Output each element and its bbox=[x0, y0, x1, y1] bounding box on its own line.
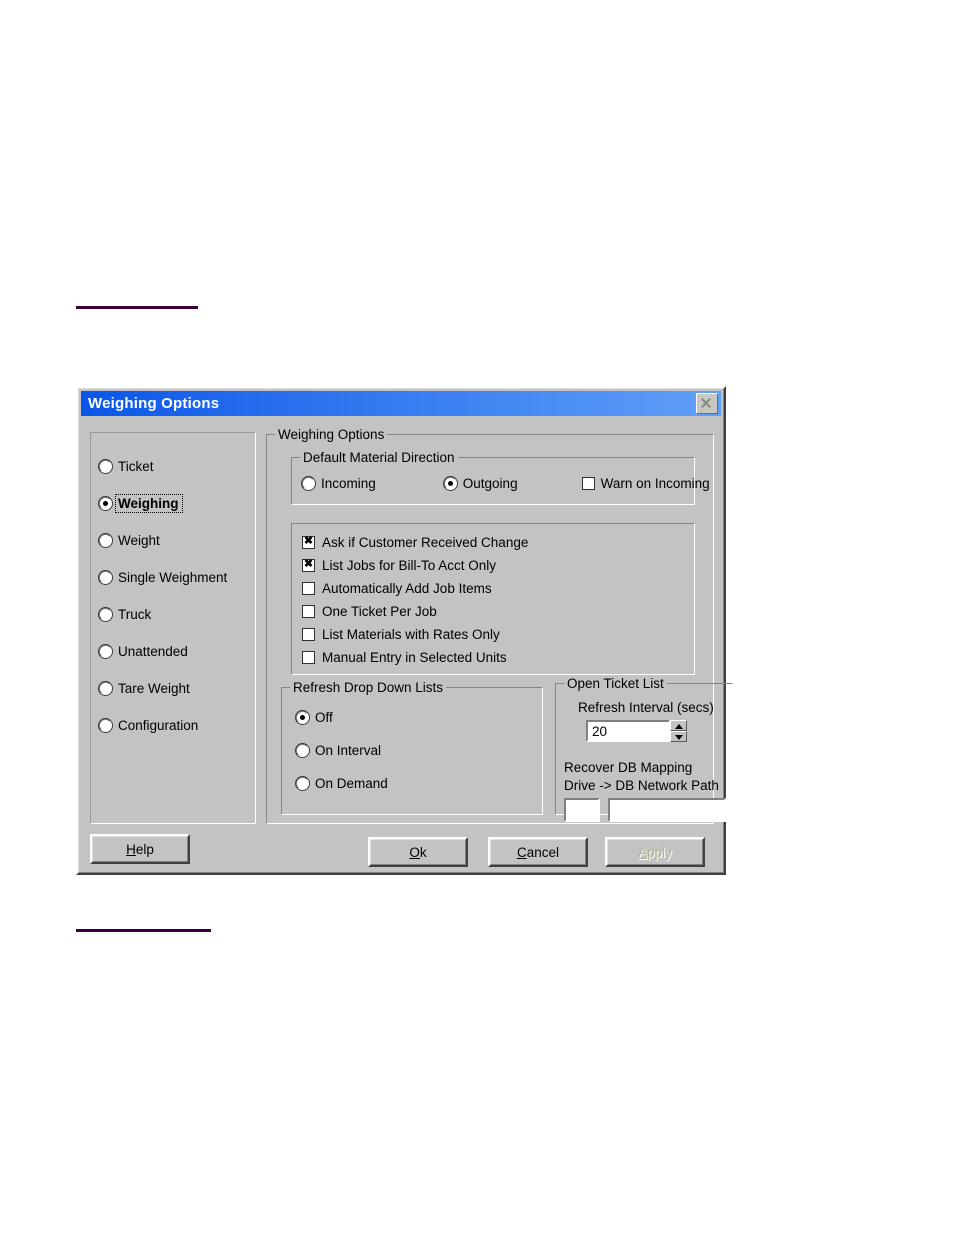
checkbox-list-jobs-for-bill-to-acct-only[interactable]: List Jobs for Bill-To Acct Only bbox=[302, 557, 528, 574]
weighing-checkbox-group: Ask if Customer Received Change List Job… bbox=[291, 523, 695, 675]
checkbox-icon[interactable] bbox=[302, 582, 315, 595]
dialog-title: Weighing Options bbox=[88, 395, 220, 412]
cancel-button[interactable]: Cancel bbox=[488, 837, 588, 867]
checkbox-warn-label: Warn on Incoming bbox=[600, 476, 710, 491]
bottom-link-rule[interactable] bbox=[76, 929, 211, 932]
close-icon[interactable] bbox=[696, 393, 718, 414]
radio-label: On Interval bbox=[315, 743, 382, 758]
drive-letter-input[interactable] bbox=[564, 798, 600, 822]
refresh-interval-input[interactable] bbox=[586, 720, 670, 742]
radio-incoming-label: Incoming bbox=[321, 476, 376, 491]
checkbox-label: Ask if Customer Received Change bbox=[322, 535, 529, 550]
help-button-label: Help bbox=[126, 841, 154, 857]
sidebar-item-weight[interactable]: Weight bbox=[99, 531, 251, 549]
radio-outgoing[interactable]: Outgoing bbox=[443, 476, 518, 491]
refresh-group-title: Refresh Drop Down Lists bbox=[290, 680, 447, 695]
checkbox-icon[interactable] bbox=[302, 628, 315, 641]
sidebar-item-ticket[interactable]: Ticket bbox=[99, 457, 251, 475]
sidebar-item-label: Single Weighment bbox=[118, 569, 228, 585]
sidebar-item-unattended[interactable]: Unattended bbox=[99, 642, 251, 660]
radio-icon[interactable] bbox=[99, 644, 112, 658]
page: Weighing Options Ticket Weighing Weight bbox=[0, 0, 954, 1235]
refresh-options-list: Off On Interval On Demand bbox=[296, 710, 388, 809]
checkbox-label: List Materials with Rates Only bbox=[322, 627, 500, 642]
checkbox-label: Manual Entry in Selected Units bbox=[322, 650, 507, 665]
radio-refresh-on-interval[interactable]: On Interval bbox=[296, 743, 388, 758]
checkbox-list-materials-with-rates-only[interactable]: List Materials with Rates Only bbox=[302, 626, 528, 643]
radio-icon[interactable] bbox=[296, 744, 309, 757]
checkbox-manual-entry-in-selected-units[interactable]: Manual Entry in Selected Units bbox=[302, 649, 528, 666]
sidebar-item-label: Weight bbox=[118, 532, 160, 548]
category-list: Ticket Weighing Weight Single Weighment bbox=[99, 457, 251, 753]
checkbox-icon[interactable] bbox=[581, 477, 595, 490]
weighing-options-group-title: Weighing Options bbox=[275, 427, 388, 442]
radio-icon[interactable] bbox=[296, 711, 309, 724]
top-link-rule[interactable] bbox=[76, 306, 198, 309]
chevron-up-icon[interactable] bbox=[670, 720, 687, 731]
radio-icon[interactable] bbox=[99, 533, 112, 547]
category-sidebar: Ticket Weighing Weight Single Weighment bbox=[90, 432, 256, 824]
sidebar-item-label: Configuration bbox=[118, 717, 199, 733]
radio-refresh-off[interactable]: Off bbox=[296, 710, 388, 725]
radio-incoming[interactable]: Incoming bbox=[302, 476, 376, 491]
sidebar-item-label: Unattended bbox=[118, 643, 188, 659]
dialog-titlebar: Weighing Options bbox=[81, 391, 721, 416]
radio-icon[interactable] bbox=[99, 718, 112, 732]
direction-options-row: Incoming Outgoing Warn on Incoming bbox=[302, 476, 710, 491]
radio-icon[interactable] bbox=[99, 570, 112, 584]
sidebar-item-tare-weight[interactable]: Tare Weight bbox=[99, 679, 251, 697]
refresh-interval-label: Refresh Interval (secs) bbox=[578, 700, 714, 715]
sidebar-item-label: Ticket bbox=[118, 458, 154, 474]
db-network-path-input[interactable] bbox=[608, 798, 726, 822]
radio-icon[interactable] bbox=[443, 477, 457, 490]
checkbox-icon[interactable] bbox=[302, 535, 315, 549]
sidebar-item-truck[interactable]: Truck bbox=[99, 605, 251, 623]
recover-db-mapping-label: Recover DB Mapping bbox=[564, 760, 693, 775]
checkbox-icon[interactable] bbox=[302, 605, 315, 618]
direction-group-title: Default Material Direction bbox=[300, 450, 458, 465]
sidebar-item-single-weighment[interactable]: Single Weighment bbox=[99, 568, 251, 586]
default-material-direction-group: Default Material Direction Incoming Outg… bbox=[291, 450, 710, 505]
ok-button-label: Ok bbox=[409, 844, 427, 860]
radio-icon[interactable] bbox=[99, 459, 112, 473]
checkbox-ask-if-customer-received-change[interactable]: Ask if Customer Received Change bbox=[302, 534, 528, 551]
radio-icon[interactable] bbox=[302, 477, 315, 490]
radio-icon[interactable] bbox=[99, 681, 112, 695]
sidebar-item-configuration[interactable]: Configuration bbox=[99, 716, 251, 734]
cancel-button-label: Cancel bbox=[516, 844, 560, 860]
weighing-options-dialog: Weighing Options Ticket Weighing Weight bbox=[76, 386, 733, 875]
drive-network-path-label: Drive -> DB Network Path bbox=[564, 778, 719, 793]
radio-refresh-on-demand[interactable]: On Demand bbox=[296, 776, 388, 791]
refresh-interval-stepper[interactable] bbox=[586, 720, 687, 742]
ticket-group-body: Refresh Interval (secs) Recover DB Mappi… bbox=[556, 684, 732, 822]
checkbox-label: One Ticket Per Job bbox=[322, 604, 437, 619]
checkbox-one-ticket-per-job[interactable]: One Ticket Per Job bbox=[302, 603, 528, 620]
checkbox-automatically-add-job-items[interactable]: Automatically Add Job Items bbox=[302, 580, 528, 597]
checkbox-icon[interactable] bbox=[302, 558, 315, 572]
checkbox-label: List Jobs for Bill-To Acct Only bbox=[322, 558, 497, 573]
radio-icon[interactable] bbox=[99, 496, 112, 510]
sidebar-item-label: Truck bbox=[118, 606, 152, 622]
radio-label: Off bbox=[315, 710, 333, 725]
apply-button: Apply bbox=[605, 837, 705, 867]
radio-label: On Demand bbox=[315, 776, 388, 791]
checkbox-label: Automatically Add Job Items bbox=[322, 581, 492, 596]
checkbox-warn-on-incoming[interactable]: Warn on Incoming bbox=[581, 476, 710, 491]
sidebar-item-label: Tare Weight bbox=[118, 680, 190, 696]
radio-outgoing-label: Outgoing bbox=[462, 476, 518, 491]
checkbox-list: Ask if Customer Received Change List Job… bbox=[302, 534, 528, 672]
checkbox-icon[interactable] bbox=[302, 651, 315, 664]
open-ticket-list-group: Open Ticket List Refresh Interval (secs)… bbox=[555, 676, 733, 822]
radio-icon[interactable] bbox=[296, 777, 309, 790]
stepper-buttons[interactable] bbox=[670, 720, 687, 742]
help-button[interactable]: Help bbox=[90, 834, 190, 864]
chevron-down-icon[interactable] bbox=[670, 731, 687, 742]
ok-button[interactable]: Ok bbox=[368, 837, 468, 867]
sidebar-item-weighing[interactable]: Weighing bbox=[99, 493, 251, 513]
refresh-drop-down-lists-group: Refresh Drop Down Lists Off On Interval … bbox=[281, 680, 543, 815]
weighing-options-group: Weighing Options Default Material Direct… bbox=[266, 427, 733, 824]
apply-button-label: Apply bbox=[638, 844, 672, 860]
sidebar-item-label: Weighing bbox=[115, 493, 183, 513]
radio-icon[interactable] bbox=[99, 607, 112, 621]
